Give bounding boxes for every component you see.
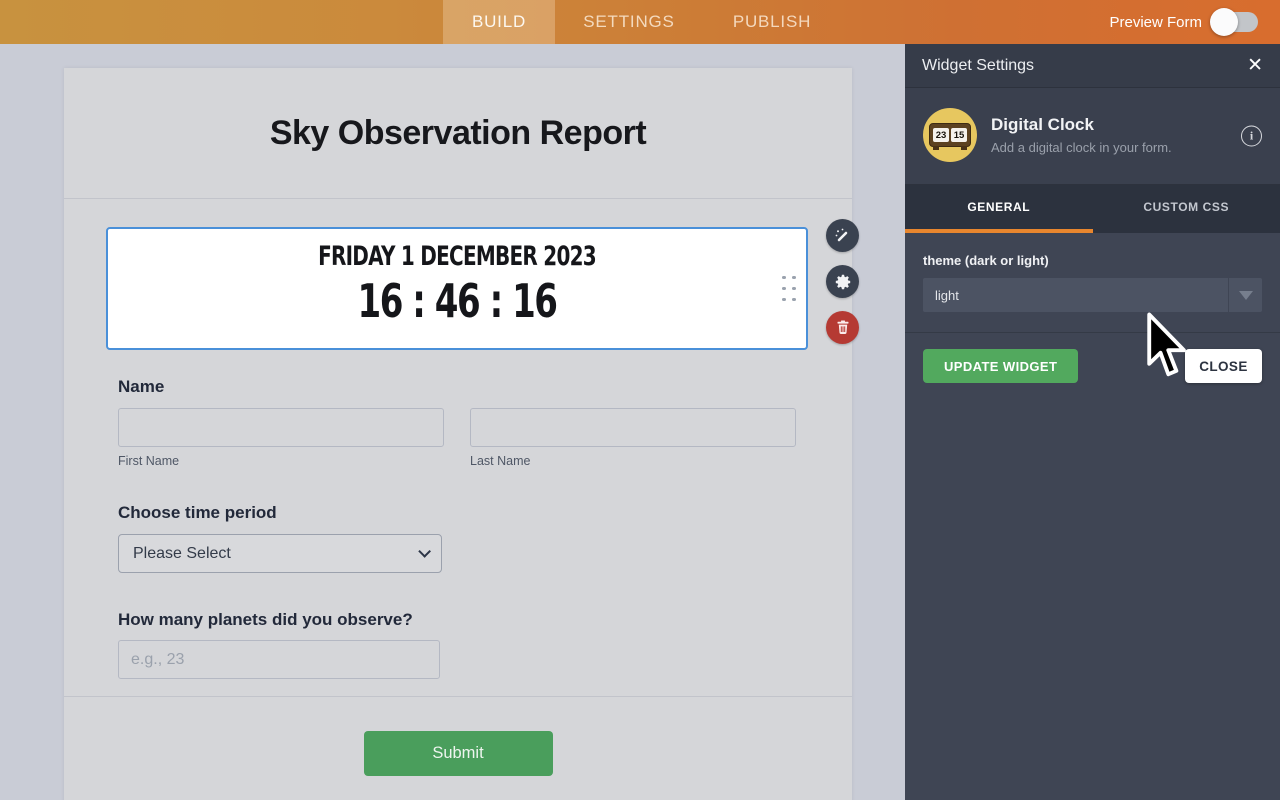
widget-action-buttons (826, 219, 859, 344)
preview-form-label: Preview Form (1109, 14, 1202, 31)
preview-form-control: Preview Form (1109, 0, 1258, 44)
panel-title: Widget Settings (922, 57, 1034, 75)
tab-settings[interactable]: SETTINGS (555, 0, 703, 44)
form-title: Sky Observation Report (270, 114, 646, 153)
widget-settings-button[interactable] (826, 265, 859, 298)
widget-description: Add a digital clock in your form. (991, 140, 1172, 155)
drag-handle-icon[interactable] (782, 276, 796, 302)
tab-general[interactable]: GENERAL (905, 185, 1093, 233)
toggle-knob (1210, 8, 1238, 36)
tab-custom-css[interactable]: CUSTOM CSS (1093, 185, 1280, 233)
flip-clock-icon: 23 15 (929, 123, 971, 147)
info-icon[interactable]: i (1241, 126, 1262, 147)
top-bar: BUILD SETTINGS PUBLISH Preview Form (0, 0, 1280, 44)
widget-settings-panel: Widget Settings ✕ 23 15 Digital Clock Ad… (905, 44, 1280, 800)
close-panel-button[interactable]: CLOSE (1185, 349, 1262, 383)
form-header[interactable]: Sky Observation Report (64, 68, 852, 199)
dropdown-arrow-icon (1239, 291, 1253, 300)
clock-widget-row: FRIDAY 1 DECEMBER 2023 16 : 46 : 16 (106, 227, 810, 350)
trash-icon (836, 320, 850, 335)
flip-clock-hours: 23 (933, 128, 949, 142)
close-icon[interactable]: ✕ (1247, 56, 1263, 75)
update-widget-button[interactable]: UPDATE WIDGET (923, 349, 1078, 383)
preview-form-toggle[interactable] (1212, 12, 1258, 32)
form-card: Sky Observation Report FRIDAY 1 DECEMBER… (64, 68, 852, 800)
digital-clock-badge-icon: 23 15 (923, 108, 977, 162)
tab-publish[interactable]: PUBLISH (703, 0, 841, 44)
tab-build[interactable]: BUILD (443, 0, 555, 44)
top-navigation: BUILD SETTINGS PUBLISH (443, 0, 841, 44)
delete-widget-button[interactable] (826, 311, 859, 344)
submit-button[interactable]: Submit (364, 731, 553, 776)
time-period-select[interactable]: Please Select (118, 534, 442, 573)
name-inputs: First Name Last Name (118, 408, 798, 468)
clock-date: FRIDAY 1 DECEMBER 2023 (199, 241, 716, 272)
panel-tabs: GENERAL CUSTOM CSS (905, 185, 1280, 233)
time-period-question-label: Choose time period (118, 503, 798, 523)
panel-header: Widget Settings ✕ (905, 44, 1280, 88)
planets-count-input[interactable] (118, 640, 440, 679)
theme-selected-value: light (923, 288, 1228, 303)
planets-question-label: How many planets did you observe? (118, 610, 798, 630)
dropdown-arrow-box (1228, 278, 1262, 312)
form-body: FRIDAY 1 DECEMBER 2023 16 : 46 : 16 (64, 227, 852, 679)
form-footer: Submit (64, 696, 852, 800)
first-name-input[interactable] (118, 408, 444, 447)
widget-name: Digital Clock (991, 115, 1172, 135)
wizard-wand-button[interactable] (826, 219, 859, 252)
clock-time: 16 : 46 : 16 (199, 274, 716, 328)
time-period-selected-value: Please Select (133, 545, 231, 563)
panel-footer: UPDATE WIDGET CLOSE (923, 333, 1262, 383)
theme-setting-label: theme (dark or light) (923, 253, 1262, 268)
gear-icon (834, 273, 852, 291)
flip-clock-minutes: 15 (951, 128, 967, 142)
last-name-input[interactable] (470, 408, 796, 447)
chevron-down-icon (418, 545, 431, 558)
widget-meta: Digital Clock Add a digital clock in you… (991, 115, 1172, 155)
widget-info-section: 23 15 Digital Clock Add a digital clock … (905, 88, 1280, 185)
last-name-sublabel: Last Name (470, 454, 796, 468)
form-builder-canvas: Sky Observation Report FRIDAY 1 DECEMBER… (0, 44, 905, 800)
first-name-sublabel: First Name (118, 454, 444, 468)
digital-clock-widget[interactable]: FRIDAY 1 DECEMBER 2023 16 : 46 : 16 (106, 227, 808, 350)
theme-dropdown[interactable]: light (923, 278, 1262, 312)
magic-wand-icon (834, 227, 851, 244)
panel-content: theme (dark or light) light UPDATE WIDGE… (905, 233, 1280, 383)
name-question-label: Name (118, 377, 798, 397)
